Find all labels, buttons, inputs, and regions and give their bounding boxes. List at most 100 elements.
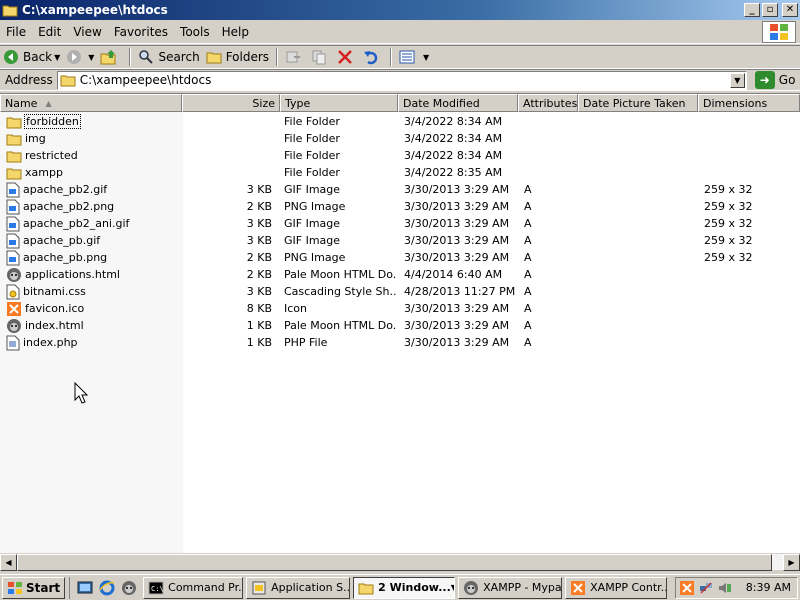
folder-icon (6, 115, 22, 129)
file-row[interactable]: forbidden File Folder 3/4/2022 8:34 AM (0, 113, 800, 130)
file-date-modified: 3/4/2022 8:34 AM (404, 115, 503, 128)
file-name-cell[interactable]: apache_pb2.gif (6, 181, 180, 198)
title-bar[interactable]: C:\xampeepee\htdocs _ ▫ ✕ (0, 0, 800, 20)
go-arrow-icon: ➜ (754, 71, 775, 89)
file-row[interactable]: index.php 1 KB PHP File 3/30/2013 3:29 AM A (0, 334, 800, 351)
file-row[interactable]: index.html 1 KB Pale Moon HTML Do... 3/30/2… (0, 317, 800, 334)
column-header-type[interactable]: Type (280, 94, 398, 112)
file-size: 1 KB (246, 319, 272, 332)
file-dimensions: 259 x 32 (704, 200, 753, 213)
file-name-cell[interactable]: forbidden (6, 113, 180, 130)
file-type: Cascading Style Sh... (284, 285, 396, 298)
file-name-cell[interactable]: apache_pb2.png (6, 198, 180, 215)
file-dimensions: 259 x 32 (704, 251, 753, 264)
menu-view[interactable]: View (67, 25, 107, 39)
file-type: PNG Image (284, 251, 346, 264)
column-header-name[interactable]: Name ▲ (0, 94, 182, 112)
mouse-cursor-icon (74, 382, 88, 404)
undo-button[interactable] (360, 46, 386, 68)
taskbar-button-2[interactable]: Application S... (246, 576, 351, 599)
menu-tools[interactable]: Tools (174, 25, 216, 39)
file-name-cell[interactable]: favicon.ico (6, 300, 180, 317)
volume-icon[interactable] (717, 580, 733, 596)
menu-help[interactable]: Help (216, 25, 255, 39)
taskbar-button-1[interactable]: C:\ Command Pr... (143, 576, 244, 599)
file-list-view[interactable]: Name ▲ Size Type Date Modified Attribute… (0, 93, 800, 553)
file-row[interactable]: apache_pb.gif 3 KB GIF Image 3/30/2013 3:29… (0, 232, 800, 249)
image-file-icon (6, 199, 20, 215)
file-name-cell[interactable]: img (6, 130, 180, 147)
file-name-cell[interactable]: apache_pb.png (6, 249, 180, 266)
file-name-cell[interactable]: apache_pb2_ani.gif (6, 215, 180, 232)
chevron-down-icon[interactable]: ▼ (54, 53, 60, 62)
file-row[interactable]: favicon.ico 8 KB Icon 3/30/2013 3:29 AM A (0, 300, 800, 317)
start-button[interactable]: Start (2, 576, 66, 599)
move-to-button[interactable] (282, 46, 308, 68)
delete-button[interactable] (334, 46, 360, 68)
file-row[interactable]: xampp File Folder 3/4/2022 8:35 AM (0, 164, 800, 181)
xampp-icon[interactable] (679, 580, 695, 596)
file-row[interactable]: applications.html 2 KB Pale Moon HTML Do..… (0, 266, 800, 283)
file-row[interactable]: apache_pb2.gif 3 KB GIF Image 3/30/2013 3:2… (0, 181, 800, 198)
folders-button[interactable]: Folders (203, 46, 272, 68)
column-header-dimensions[interactable]: Dimensions (698, 94, 800, 112)
scroll-left-button[interactable]: ◀ (0, 554, 17, 571)
file-row[interactable]: bitnami.css 3 KB Cascading Style Sh... 4/28… (0, 283, 800, 300)
file-name-cell[interactable]: applications.html (6, 266, 180, 283)
file-name-cell[interactable]: apache_pb.gif (6, 232, 180, 249)
pale-moon-icon (6, 267, 22, 283)
chevron-down-icon[interactable]: ▼ (729, 72, 745, 88)
views-button[interactable]: ▼ (396, 46, 432, 68)
clock[interactable]: 8:39 AM (746, 581, 791, 594)
file-name-cell[interactable]: bitnami.css (6, 283, 180, 300)
cmd-icon: C:\ (148, 581, 168, 595)
internet-explorer-icon[interactable] (99, 580, 115, 596)
taskbar-button-5[interactable]: XAMPP Contr... (565, 576, 668, 599)
file-attributes: A (524, 336, 532, 349)
taskbar-button-3[interactable]: 2 Window...▼ (353, 576, 456, 599)
file-name-cell[interactable]: index.html (6, 317, 180, 334)
file-row[interactable]: apache_pb2_ani.gif 3 KB GIF Image 3/30/2013… (0, 215, 800, 232)
column-header-date-modified[interactable]: Date Modified (398, 94, 518, 112)
taskbar-button-4[interactable]: XAMPP - Mypal (458, 576, 563, 599)
column-header-date-picture-taken[interactable]: Date Picture Taken (578, 94, 698, 112)
search-button[interactable]: Search (135, 46, 202, 68)
column-headers: Name ▲ Size Type Date Modified Attribute… (0, 94, 800, 112)
column-header-attributes[interactable]: Attributes (518, 94, 578, 112)
forward-button[interactable]: ▼ (63, 46, 97, 68)
network-icon[interactable] (698, 580, 714, 596)
pale-moon-icon (6, 318, 22, 334)
scroll-thumb[interactable] (17, 554, 772, 571)
minimize-button[interactable]: _ (744, 3, 760, 17)
file-row[interactable]: apache_pb.png 2 KB PNG Image 3/30/2013 3:29… (0, 249, 800, 266)
file-row[interactable]: apache_pb2.png 2 KB PNG Image 3/30/2013 3:2… (0, 198, 800, 215)
file-name: index.php (23, 336, 78, 349)
file-name-cell[interactable]: index.php (6, 334, 180, 351)
menu-favorites[interactable]: Favorites (108, 25, 174, 39)
file-name-cell[interactable]: restricted (6, 147, 180, 164)
close-button[interactable]: ✕ (782, 3, 798, 17)
menu-edit[interactable]: Edit (32, 25, 67, 39)
chevron-down-icon[interactable]: ▼ (88, 53, 94, 62)
file-date-modified: 3/30/2013 3:29 AM (404, 251, 510, 264)
up-folder-button[interactable] (97, 46, 125, 68)
back-button[interactable]: Back ▼ (0, 46, 63, 68)
menu-file[interactable]: File (0, 25, 32, 39)
file-name: index.html (25, 319, 84, 332)
column-header-size[interactable]: Size (182, 94, 280, 112)
pale-moon-icon[interactable] (121, 580, 137, 596)
show-desktop-icon[interactable] (77, 580, 93, 596)
copy-to-button[interactable] (308, 46, 334, 68)
folder-icon (6, 149, 22, 163)
address-input[interactable]: C:\xampeepee\htdocs ▼ (56, 70, 747, 90)
scroll-track[interactable] (17, 554, 783, 571)
file-row[interactable]: img File Folder 3/4/2022 8:34 AM (0, 130, 800, 147)
file-name-cell[interactable]: xampp (6, 164, 180, 181)
go-button[interactable]: ➜ Go (754, 71, 795, 89)
horizontal-scrollbar[interactable]: ◀ ▶ (0, 553, 800, 571)
file-size: 3 KB (246, 285, 272, 298)
maximize-button[interactable]: ▫ (762, 3, 778, 17)
file-name: apache_pb.png (23, 251, 108, 264)
scroll-right-button[interactable]: ▶ (783, 554, 800, 571)
file-row[interactable]: restricted File Folder 3/4/2022 8:34 AM (0, 147, 800, 164)
